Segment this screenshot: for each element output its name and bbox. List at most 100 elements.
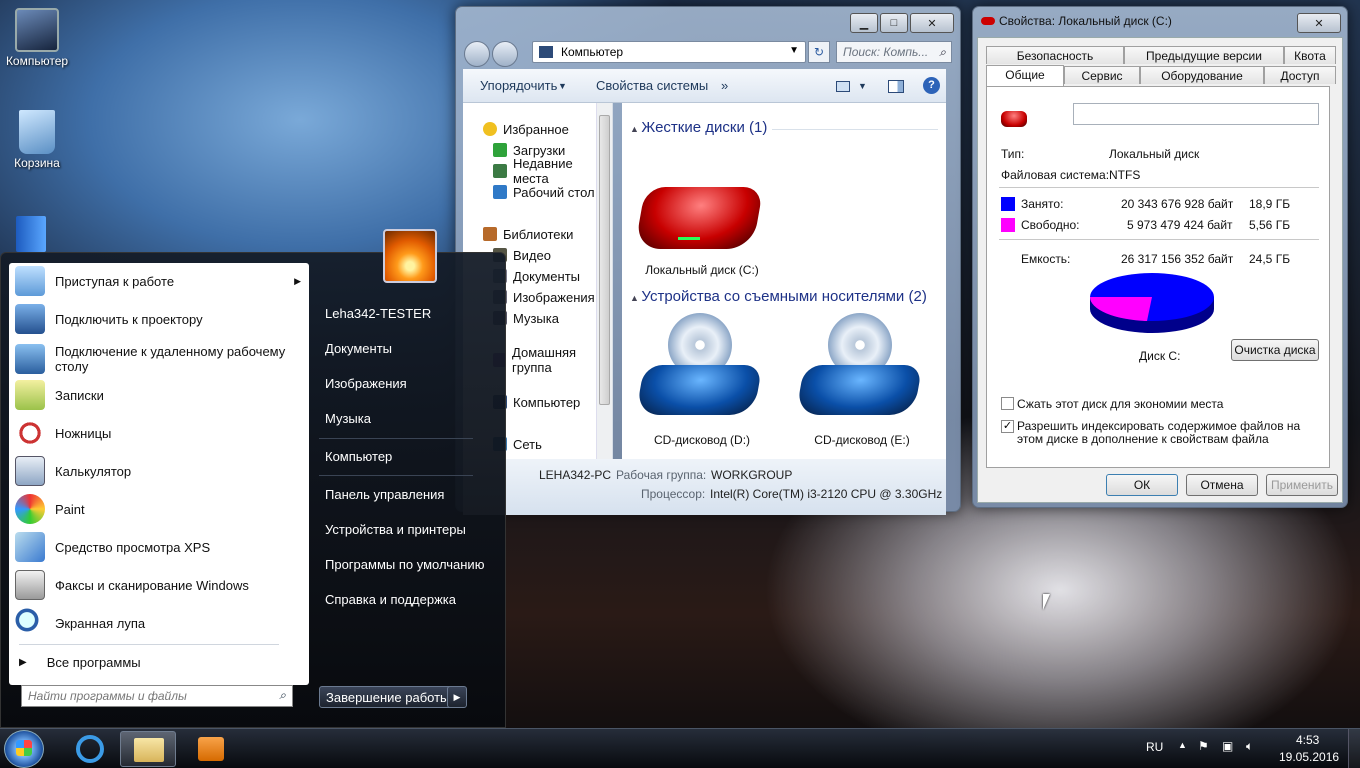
view-options-icon[interactable] [836,81,850,92]
close-button[interactable]: ✕ [1297,13,1341,33]
right-link-documents[interactable]: Документы [325,341,392,356]
right-link-devices[interactable]: Устройства и принтеры [325,522,466,537]
group-header-removable[interactable]: ▲ Устройства со съемными носителями (2) [630,288,927,305]
tab-service[interactable]: Сервис [1064,66,1140,84]
flag-icon[interactable]: ⚑ [1198,739,1209,753]
preview-pane-icon[interactable] [888,80,904,93]
drive-d-label[interactable]: CD-дисковод (D:) [632,433,772,447]
ok-button[interactable]: ОК [1106,474,1178,496]
nav-favorites[interactable]: Избранное [483,119,569,139]
tab-hardware[interactable]: Оборудование [1140,66,1264,84]
show-hidden-icons-icon[interactable]: ▲ [1178,740,1187,750]
nav-desktop[interactable]: Рабочий стол [493,182,595,202]
close-button[interactable]: ✕ [910,13,954,33]
start-item-xps-viewer[interactable]: Средство просмотра XPS [15,530,301,564]
right-link-help[interactable]: Справка и поддержка [325,592,456,607]
view-chevron-icon[interactable]: ▼ [858,81,867,91]
nav-scrollbar[interactable] [596,103,612,459]
drive-c-item[interactable] [634,187,764,257]
back-button[interactable] [464,41,490,67]
right-link-music[interactable]: Музыка [325,411,371,426]
drive-c-label[interactable]: Локальный диск (C:) [632,263,772,277]
cd-drive-icon [635,365,763,415]
desktop-icon-recycle-bin[interactable]: Корзина [2,110,72,170]
breadcrumb[interactable]: Компьютер [561,45,623,59]
right-link-computer[interactable]: Компьютер [325,449,392,464]
cpu-label: Процессор: [641,487,706,501]
address-bar[interactable]: Компьютер ▼ [532,41,806,63]
nav-recent[interactable]: Недавние места [493,156,612,186]
desktop-icon-computer[interactable]: Компьютер [2,8,72,68]
fs-label: Файловая система: [1001,168,1110,182]
compress-checkbox[interactable] [1001,397,1014,410]
disk-cleanup-button[interactable]: Очистка диска [1231,339,1319,361]
nav-images[interactable]: Изображения [493,287,595,307]
taskbar-explorer[interactable] [120,731,176,767]
all-programs-button[interactable]: ▶ Все программы [15,651,301,673]
capacity-bytes: 26 317 156 352 байт [1121,252,1234,266]
start-item-paint[interactable]: Paint [15,492,301,526]
index-checkbox[interactable]: ✓ [1001,420,1014,433]
tab-security[interactable]: Безопасность [986,46,1124,64]
start-item-snipping[interactable]: Ножницы [15,416,301,450]
search-input[interactable]: Поиск: Компь... ⌕ [836,41,952,63]
tab-previous-versions[interactable]: Предыдущие версии [1124,46,1284,64]
used-label: Занято: [1021,197,1064,211]
maximize-button[interactable]: □ [880,13,908,33]
start-item-getting-started[interactable]: Приступая к работе ▶ [15,264,301,298]
drive-e-item[interactable] [795,313,923,423]
more-button[interactable]: » [721,78,728,93]
shutdown-button[interactable]: Завершение работы [319,686,465,708]
clock-time[interactable]: 4:53 [1296,733,1319,747]
group-header-hdd[interactable]: ▲ Жесткие диски (1) [630,119,767,136]
volume-icon[interactable]: 🔈︎ [1246,739,1253,754]
start-item-fax-scan[interactable]: Факсы и сканирование Windows [15,568,301,602]
start-item-calculator[interactable]: Калькулятор [15,454,301,488]
user-avatar[interactable] [383,229,437,283]
desktop-icon-door[interactable] [16,216,46,252]
xps-viewer-icon [15,532,45,562]
right-link-control-panel[interactable]: Панель управления [325,487,444,502]
nav-homegroup[interactable]: Домашняя группа [493,345,612,375]
drive-e-label[interactable]: CD-дисковод (E:) [792,433,932,447]
network-icon[interactable]: ▣ [1222,739,1233,753]
tab-quota[interactable]: Квота [1284,46,1336,64]
free-color-swatch [1001,218,1015,232]
cancel-button[interactable]: Отмена [1186,474,1258,496]
nav-computer[interactable]: Компьютер [493,392,580,412]
tab-sharing[interactable]: Доступ [1264,66,1336,84]
chevron-down-icon[interactable]: ▼ [789,45,799,56]
right-link-user[interactable]: Leha342-TESTER [325,306,431,321]
scrollbar-thumb[interactable] [599,115,610,405]
right-link-default-programs[interactable]: Программы по умолчанию [325,557,484,572]
refresh-button[interactable]: ↻ [808,41,830,63]
shutdown-options-button[interactable]: ▶ [447,686,467,708]
nav-documents[interactable]: Документы [493,266,580,286]
start-item-magnifier[interactable]: Экранная лупа [15,606,301,640]
organize-button[interactable]: Упорядочить [480,78,557,93]
all-programs-arrow-icon: ▶ [19,656,27,668]
show-desktop-button[interactable] [1348,729,1360,768]
nav-libraries[interactable]: Библиотеки [483,224,573,244]
language-indicator[interactable]: RU [1146,740,1163,754]
media-player-icon [198,737,224,761]
compress-label: Сжать этот диск для экономии места [1017,397,1224,411]
used-color-swatch [1001,197,1015,211]
system-properties-button[interactable]: Свойства системы [596,78,708,93]
tab-general[interactable]: Общие [986,65,1064,86]
forward-button[interactable] [492,41,518,67]
taskbar-media-player[interactable] [184,731,240,767]
start-item-sticky-notes[interactable]: Записки [15,378,301,412]
apply-button[interactable]: Применить [1266,474,1338,496]
taskbar-ie[interactable] [62,731,118,767]
volume-label-input[interactable] [1073,103,1319,125]
drive-d-item[interactable] [635,313,763,423]
clock-date[interactable]: 19.05.2016 [1279,750,1339,764]
help-icon[interactable]: ? [923,77,940,94]
minimize-button[interactable]: ▁ [850,13,878,33]
start-search-input[interactable]: Найти программы и файлы ⌕ [21,685,293,707]
start-item-remote-desktop[interactable]: Подключение к удаленному рабочему столу [15,340,301,378]
start-item-projector[interactable]: Подключить к проектору [15,302,301,336]
pc-name: LEHA342-PC [539,468,612,482]
right-link-images[interactable]: Изображения [325,376,407,391]
